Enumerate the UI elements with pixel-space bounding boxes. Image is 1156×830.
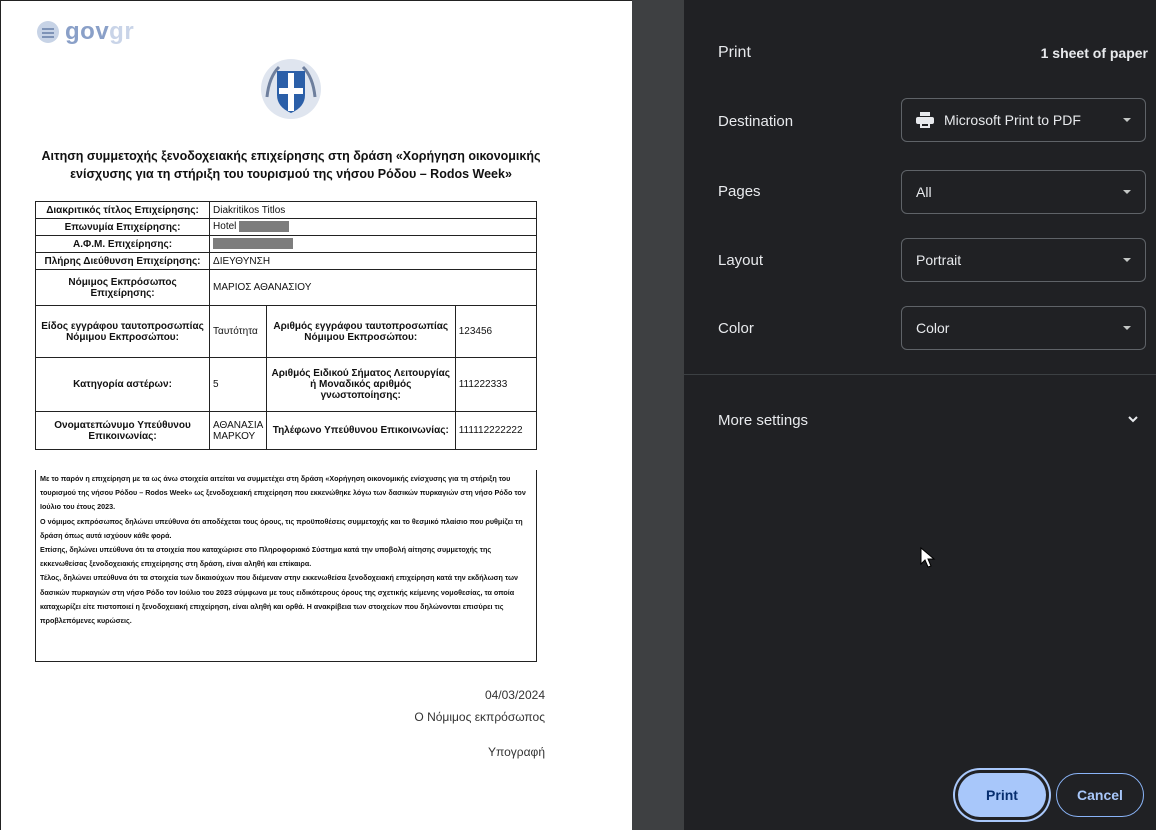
destination-label: Destination xyxy=(718,113,794,130)
row-value: Hotel xyxy=(209,218,537,236)
row-label: Διακριτικός τίτλος Επιχείρησης: xyxy=(34,201,211,219)
row-value: 111112222222 xyxy=(454,411,538,450)
application-form-table: Διακριτικός τίτλος Επιχείρησης: Diakriti… xyxy=(34,201,538,450)
pages-select[interactable]: All xyxy=(901,170,1146,214)
declaration-paragraph: Ο νόμιμος εκπρόσωπος δηλώνει υπεύθυνα ότ… xyxy=(40,516,523,540)
dropdown-caret-icon xyxy=(1123,118,1131,122)
table-row: Διακριτικός τίτλος Επιχείρησης: Diakriti… xyxy=(34,201,537,219)
mouse-cursor-icon xyxy=(920,547,936,568)
dropdown-caret-icon xyxy=(1123,190,1131,194)
dropdown-caret-icon xyxy=(1123,258,1131,262)
row-value: 5 xyxy=(209,357,267,412)
row-label: Επωνυμία Επιχείρησης: xyxy=(34,218,211,236)
color-select[interactable]: Color xyxy=(901,306,1146,350)
table-row: Α.Φ.Μ. Επιχείρησης: xyxy=(34,235,537,253)
color-value: Color xyxy=(916,320,950,336)
table-row: Επωνυμία Επιχείρησης: Hotel xyxy=(34,218,537,236)
destination-value: Microsoft Print to PDF xyxy=(944,112,1081,128)
govgr-logo-icon xyxy=(37,21,59,43)
greek-emblem-icon xyxy=(261,59,321,119)
row-label: Αριθμός Ειδικού Σήματος Λειτουργίας ή Μο… xyxy=(265,357,456,412)
row-value: ΔΙΕΥΘΥΝΣΗ xyxy=(209,252,537,270)
row-value: ΑΘΑΝΑΣΙΑ ΜΑΡΚΟΥ xyxy=(209,411,267,450)
signature-label: Υπογραφή xyxy=(487,745,545,759)
row-label: Αριθμός εγγράφου ταυτοπροσωπίας Νόμιμου … xyxy=(265,305,456,358)
declaration-text: Με το παρόν η επιχείρηση με τα ως άνω στ… xyxy=(35,470,537,662)
row-value-text: Hotel xyxy=(213,221,237,233)
print-preview-area: govgr Αιτηση συμμετοχής ξενοδοχειακής επ… xyxy=(0,0,632,830)
print-dialog: Print 1 sheet of paper Destination Micro… xyxy=(684,0,1156,830)
redaction-block xyxy=(239,221,290,233)
row-value: Ταυτότητα xyxy=(209,305,267,358)
signature-role: Ο Νόμιμος εκπρόσωπος xyxy=(414,710,545,724)
cancel-button[interactable]: Cancel xyxy=(1056,773,1144,817)
row-value: ΜΑΡΙΟΣ ΑΘΑΝΑΣΙΟΥ xyxy=(209,269,537,306)
row-value: 111222333 xyxy=(454,357,538,412)
signature-date: 04/03/2024 xyxy=(484,688,545,702)
row-value xyxy=(209,235,537,253)
redaction-block xyxy=(213,238,294,250)
color-label: Color xyxy=(718,320,754,337)
govgr-logo: govgr xyxy=(37,17,134,47)
dropdown-caret-icon xyxy=(1123,326,1131,330)
govgr-logo-text: govgr xyxy=(65,18,135,45)
more-settings-label: More settings xyxy=(718,412,809,429)
printer-icon xyxy=(916,112,934,128)
declaration-paragraph: Τέλος, δηλώνει υπεύθυνα ότι τα στοιχεία … xyxy=(40,573,519,626)
row-label: Πλήρης Διεύθυνση Επιχείρησης: xyxy=(34,252,211,270)
row-label: Είδος εγγράφου ταυτοπροσωπίας Νόμιμου Εκ… xyxy=(34,305,211,358)
chevron-down-icon xyxy=(1128,416,1138,423)
layout-value: Portrait xyxy=(916,252,962,268)
layout-label: Layout xyxy=(718,252,764,269)
preview-scroll-gutter xyxy=(632,0,684,830)
row-label: Νόμιμος Εκπρόσωπος Επιχείρησης: xyxy=(34,269,211,306)
declaration-paragraph: Επίσης, δηλώνει υπεύθυνα ότι τα στοιχεία… xyxy=(40,545,492,569)
print-button[interactable]: Print xyxy=(958,773,1046,817)
row-value: Diakritikos Titlos xyxy=(209,201,537,219)
table-row: Κατηγορία αστέρων: 5 Αριθμός Ειδικού Σήμ… xyxy=(34,357,538,412)
declaration-paragraph: Με το παρόν η επιχείρηση με τα ως άνω στ… xyxy=(40,474,526,512)
document-title: Αιτηση συμμετοχής ξενοδοχειακής επιχείρη… xyxy=(41,149,541,181)
table-row: Πλήρης Διεύθυνση Επιχείρησης: ΔΙΕΥΘΥΝΣΗ xyxy=(34,252,537,270)
dialog-title: Print xyxy=(718,44,751,61)
table-row: Νόμιμος Εκπρόσωπος Επιχείρησης: ΜΑΡΙΟΣ Α… xyxy=(34,269,537,306)
sheet-count: 1 sheet of paper xyxy=(1040,45,1148,61)
pages-label: Pages xyxy=(718,183,761,200)
row-label: Κατηγορία αστέρων: xyxy=(34,357,211,412)
pages-value: All xyxy=(916,184,932,200)
document-page: govgr Αιτηση συμμετοχής ξενοδοχειακής επ… xyxy=(1,1,632,830)
more-settings-toggle[interactable]: More settings xyxy=(684,400,1156,440)
row-label: Α.Φ.Μ. Επιχείρησης: xyxy=(34,235,211,253)
row-label: Τηλέφωνο Υπεύθυνου Επικοινωνίας: xyxy=(265,411,456,450)
table-row: Ονοματεπώνυμο Υπεύθυνου Επικοινωνίας: ΑΘ… xyxy=(34,411,538,450)
destination-select[interactable]: Microsoft Print to PDF xyxy=(901,98,1146,142)
row-value: 123456 xyxy=(454,305,538,358)
settings-divider xyxy=(684,374,1156,375)
row-label: Ονοματεπώνυμο Υπεύθυνου Επικοινωνίας: xyxy=(34,411,211,450)
table-row: Είδος εγγράφου ταυτοπροσωπίας Νόμιμου Εκ… xyxy=(34,305,538,358)
layout-select[interactable]: Portrait xyxy=(901,238,1146,282)
